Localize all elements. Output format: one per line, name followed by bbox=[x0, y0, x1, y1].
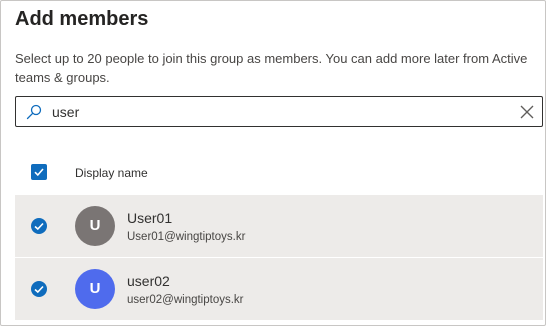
table-row[interactable]: U user02 user02@wingtiptoys.kr bbox=[15, 258, 543, 320]
search-input[interactable] bbox=[52, 102, 502, 122]
select-all-checkbox[interactable] bbox=[31, 164, 47, 180]
row-checkbox[interactable] bbox=[31, 218, 47, 234]
user-display-name: User01 bbox=[127, 210, 173, 226]
checkmark-icon bbox=[34, 222, 44, 231]
checkmark-icon bbox=[34, 285, 44, 294]
dialog-description: Select up to 20 people to join this grou… bbox=[15, 51, 528, 85]
avatar: U bbox=[75, 269, 115, 309]
add-members-dialog: Add members Select up to 20 people to jo… bbox=[0, 0, 546, 326]
table-header: Display name bbox=[15, 156, 543, 190]
search-icon bbox=[26, 104, 42, 120]
user-email: user02@wingtiptoys.kr bbox=[127, 294, 244, 306]
user-display-name: user02 bbox=[127, 273, 170, 289]
avatar: U bbox=[75, 206, 115, 246]
column-header-display-name[interactable]: Display name bbox=[75, 166, 148, 180]
search-box[interactable] bbox=[15, 96, 543, 127]
table-row[interactable]: U User01 User01@wingtiptoys.kr bbox=[15, 195, 543, 257]
dialog-title: Add members bbox=[15, 8, 149, 30]
checkmark-icon bbox=[34, 168, 44, 177]
close-icon[interactable] bbox=[518, 103, 536, 121]
user-email: User01@wingtiptoys.kr bbox=[127, 231, 246, 243]
row-checkbox[interactable] bbox=[31, 281, 47, 297]
